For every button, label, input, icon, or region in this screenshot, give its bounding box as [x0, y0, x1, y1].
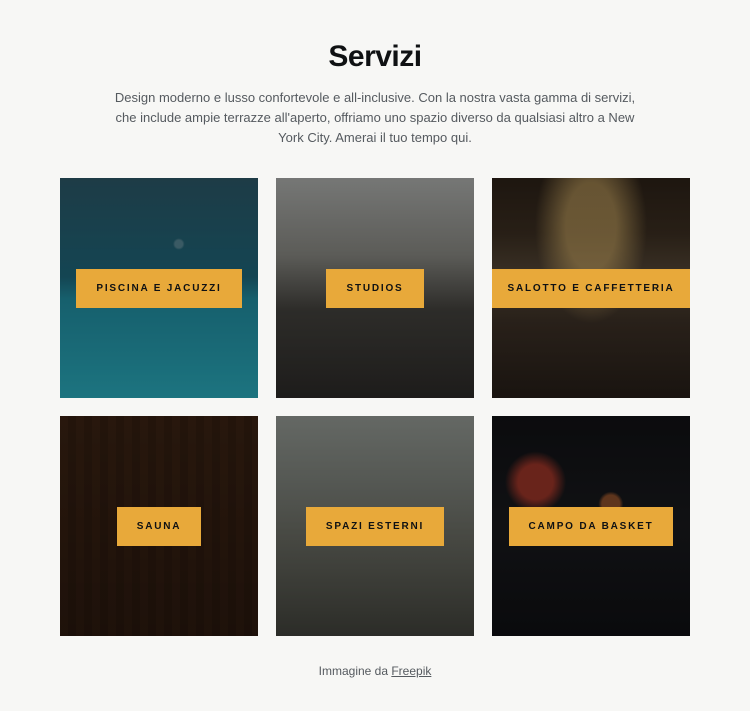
service-label: STUDIOS [326, 269, 423, 308]
credit-prefix: Immagine da [319, 664, 392, 678]
service-label: PISCINA E JACUZZI [76, 269, 241, 308]
service-card-lounge[interactable]: SALOTTO E CAFFETTERIA [492, 178, 690, 398]
page-description: Design moderno e lusso confortevole e al… [105, 88, 645, 148]
service-label: SAUNA [117, 507, 202, 546]
page-title: Servizi [328, 40, 421, 74]
image-credit: Immagine da Freepik [319, 664, 432, 678]
service-card-outdoor[interactable]: SPAZI ESTERNI [276, 416, 474, 636]
service-card-studios[interactable]: STUDIOS [276, 178, 474, 398]
service-card-pool[interactable]: PISCINA E JACUZZI [60, 178, 258, 398]
service-card-sauna[interactable]: SAUNA [60, 416, 258, 636]
credit-link[interactable]: Freepik [391, 664, 431, 678]
service-label: CAMPO DA BASKET [509, 507, 674, 546]
service-label: SPAZI ESTERNI [306, 507, 444, 546]
service-label: SALOTTO E CAFFETTERIA [492, 269, 690, 308]
service-card-basketball[interactable]: CAMPO DA BASKET [492, 416, 690, 636]
services-grid: PISCINA E JACUZZI STUDIOS SALOTTO E CAFF… [60, 178, 690, 636]
